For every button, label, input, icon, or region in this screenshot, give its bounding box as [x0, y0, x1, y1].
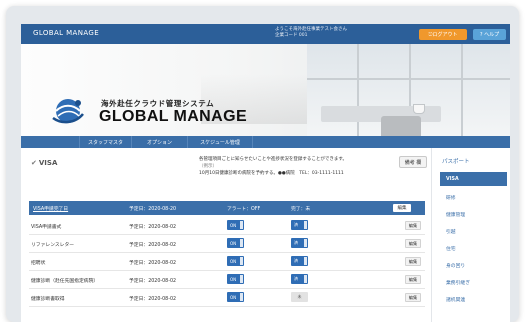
due-date: 予定日：2020-08-02	[129, 279, 177, 284]
sidebar-item-training[interactable]: 研修	[440, 190, 507, 204]
task-name: 健康診断（赴任先国指定病院）	[31, 279, 99, 284]
check-icon: ✔	[31, 159, 37, 167]
table-row: VISA申請書式 予定日：2020-08-02 ON 済 編集	[29, 217, 425, 235]
task-name: 招聘状	[31, 261, 46, 266]
sidebar-item-visa[interactable]: VISA	[440, 172, 507, 186]
sidebar-item-housing[interactable]: 住宅	[440, 241, 507, 255]
notice-text: 各管理項目ごとに知らせたいことや進捗状況を登録することができます。 （例示） 1…	[199, 156, 399, 177]
done-toggle[interactable]: 済	[291, 274, 308, 284]
logo-text: GLOBAL MANAGE	[99, 108, 248, 125]
table-header: VISA申請完了日 予定日：2020-08-20 アラート：OFF 完了：未 編…	[29, 201, 425, 215]
alert-toggle[interactable]: ON	[227, 238, 244, 248]
main-content: ✔ VISA 各管理項目ごとに知らせたいことや進捗状況を登録することができます。 …	[21, 148, 431, 322]
done-toggle[interactable]: 済	[291, 238, 308, 248]
sidebar-item-personal[interactable]: 身の回り	[440, 258, 507, 272]
nav-options[interactable]: オプション	[131, 136, 187, 148]
header-done: 完了：未	[291, 207, 311, 212]
sidebar-item-related[interactable]: 諸机関連	[440, 292, 507, 306]
window-frame	[461, 44, 463, 136]
category-sidebar: パスポート VISA 研修 健康管理 引越 住宅 身の回り 業務引継ぎ 諸机関連	[431, 148, 510, 322]
sidebar-item-health[interactable]: 健康管理	[440, 207, 507, 221]
done-toggle[interactable]: 済	[291, 220, 308, 230]
edit-button[interactable]: 編集	[405, 293, 421, 302]
sidebar-item-passport[interactable]: パスポート	[440, 154, 507, 168]
alert-toggle[interactable]: ON	[227, 292, 244, 302]
window-frame	[307, 78, 510, 80]
header-due-date: 予定日：2020-08-20	[129, 207, 177, 212]
table-row: 健康診断（赴任先国指定病院） 予定日：2020-08-02 ON 済 編集	[29, 271, 425, 289]
header-brand: GLOBAL MANAGE	[33, 29, 100, 37]
table-row: 健康診断書取得 予定日：2020-08-02 ON 未 編集	[29, 289, 425, 307]
section-title-text: VISA	[38, 159, 58, 167]
header-edit-button[interactable]: 編集	[393, 204, 411, 212]
window-frame	[357, 44, 359, 136]
sidebar-item-moving[interactable]: 引越	[440, 224, 507, 238]
due-date: 予定日：2020-08-02	[129, 261, 177, 266]
edit-button[interactable]: 編集	[405, 275, 421, 284]
notice-line: （例示）	[199, 164, 217, 169]
edit-button[interactable]: 編集	[405, 221, 421, 230]
cup-icon	[413, 104, 425, 114]
task-name: リファレンスレター	[31, 243, 75, 248]
welcome-info: ようこそ海外赴任事業テスト会さん 企業コード 001	[275, 27, 347, 39]
due-date: 予定日：2020-08-02	[129, 225, 177, 230]
company-code: 企業コード 001	[275, 33, 308, 38]
due-date: 予定日：2020-08-02	[129, 297, 177, 302]
alert-toggle[interactable]: ON	[227, 256, 244, 266]
chair-illustration	[381, 116, 421, 136]
done-toggle[interactable]: 未	[291, 292, 308, 302]
notice-line: 10月10日健康診断の病院を予約する。●●病院 TEL：03-1111-1111	[199, 171, 344, 176]
nav-schedule[interactable]: スケジュール管理	[187, 136, 253, 148]
alert-toggle[interactable]: ON	[227, 220, 244, 230]
section-title: ✔ VISA	[31, 159, 57, 167]
logout-button[interactable]: ⎋ログアウト	[419, 29, 467, 40]
globe-logo-icon	[52, 99, 84, 124]
sidebar-item-handover[interactable]: 業務引継ぎ	[440, 275, 507, 289]
header-alert: アラート：OFF	[227, 207, 261, 212]
alert-toggle[interactable]: ON	[227, 274, 244, 284]
done-toggle[interactable]: 済	[291, 256, 308, 266]
remark-button[interactable]: 備考 欄	[399, 156, 427, 168]
edit-button[interactable]: 編集	[405, 239, 421, 248]
table-row: 招聘状 予定日：2020-08-02 ON 済 編集	[29, 253, 425, 271]
due-date: 予定日：2020-08-02	[129, 243, 177, 248]
nav-staff-master[interactable]: スタッフマスタ	[79, 136, 131, 148]
header-task-link[interactable]: VISA申請完了日	[33, 205, 68, 212]
main-nav: スタッフマスタ オプション スケジュール管理	[21, 136, 510, 148]
app-window: GLOBAL MANAGE ようこそ海外赴任事業テスト会さん 企業コード 001…	[21, 24, 510, 322]
notice-line: 各管理項目ごとに知らせたいことや進捗状況を登録することができます。	[199, 157, 347, 162]
task-name: 健康診断書取得	[31, 297, 65, 302]
top-bar: GLOBAL MANAGE ようこそ海外赴任事業テスト会さん 企業コード 001…	[21, 24, 510, 44]
table-row: リファレンスレター 予定日：2020-08-02 ON 済 編集	[29, 235, 425, 253]
help-button[interactable]: ? ヘルプ	[473, 29, 506, 40]
hero-banner: 海外赴任クラウド管理システム GLOBAL MANAGE	[21, 44, 510, 136]
task-name: VISA申請書式	[31, 225, 62, 230]
edit-button[interactable]: 編集	[405, 257, 421, 266]
